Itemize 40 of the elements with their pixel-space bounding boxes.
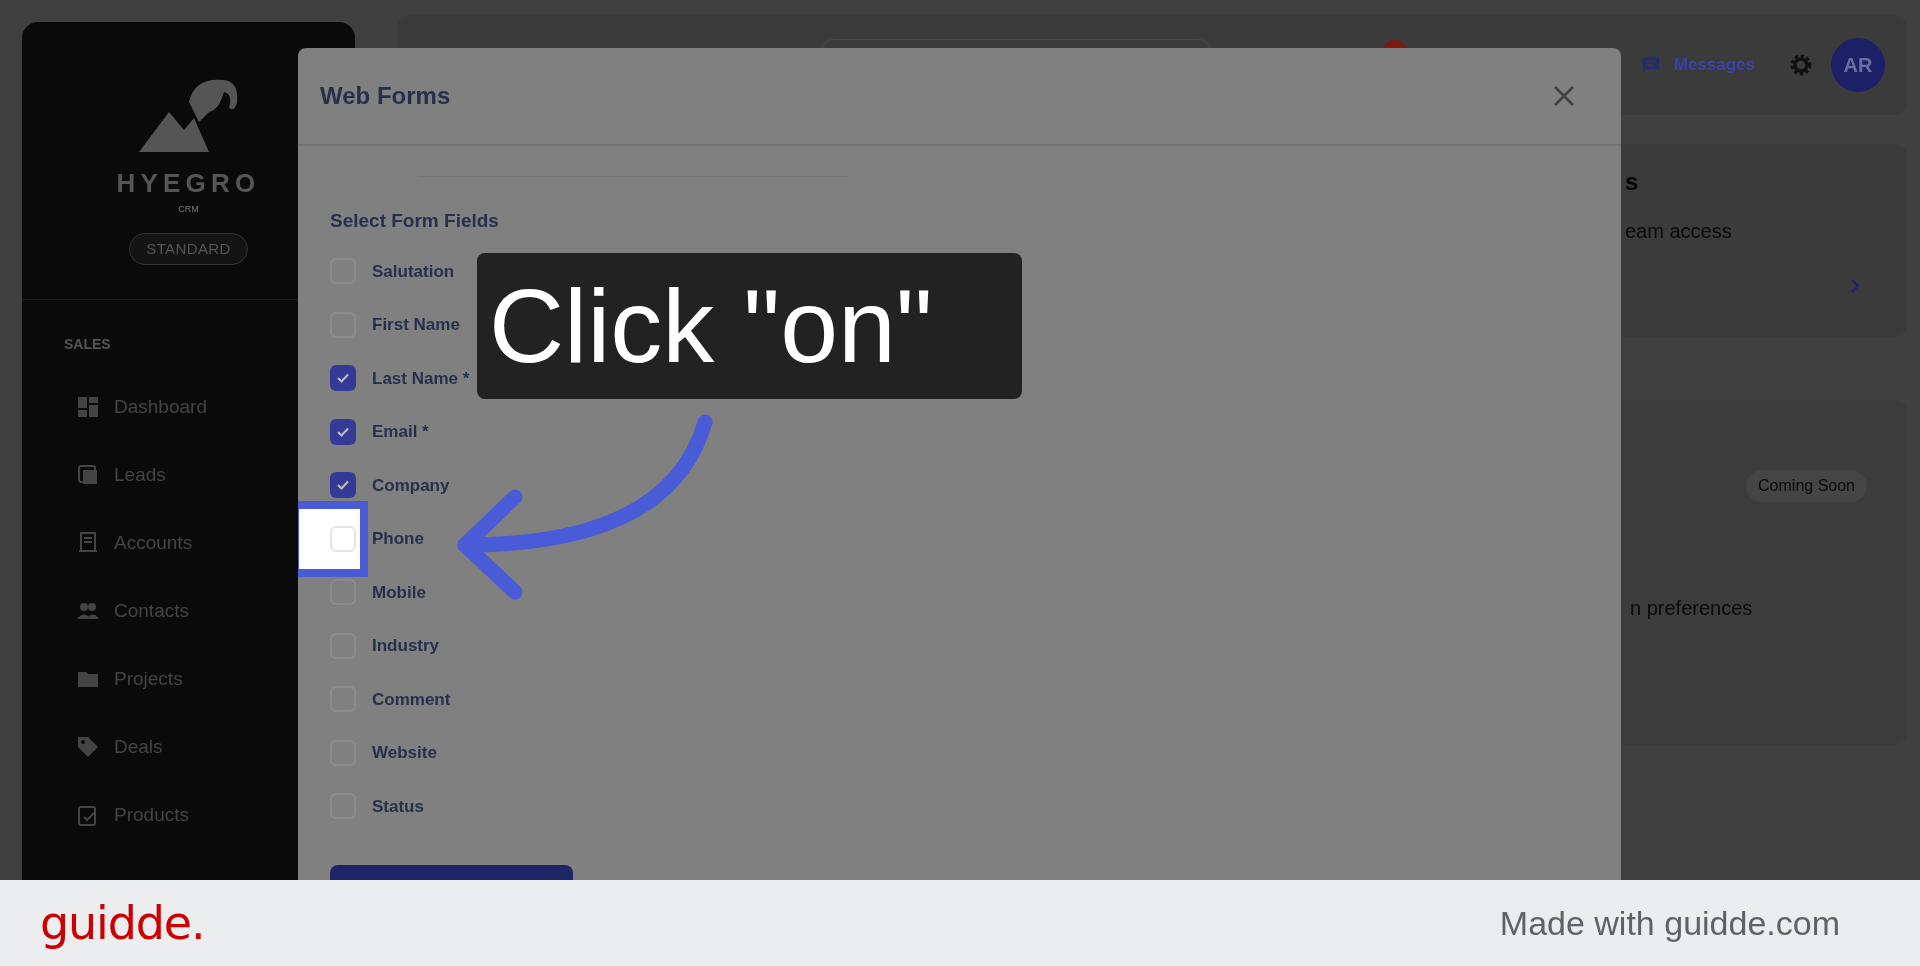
field-label: Phone (372, 528, 424, 550)
brand-subtitle: CRM (178, 203, 199, 216)
field-label: Website (372, 742, 437, 764)
grid-icon (76, 395, 100, 419)
nav-item[interactable]: Contacts (114, 596, 189, 626)
messages-link[interactable]: Messages (1639, 52, 1755, 78)
nav-item[interactable]: Accounts (114, 528, 193, 558)
close-icon[interactable] (1553, 85, 1575, 107)
check-icon (336, 478, 350, 493)
field-label: Email * (372, 421, 429, 443)
field-label: Company (372, 474, 450, 497)
instruction-tooltip: Click "on" (477, 253, 1022, 399)
check-icon (336, 371, 350, 386)
status-badge: Coming Soon (1746, 470, 1867, 502)
field-label: First Name (372, 314, 460, 336)
nav-item[interactable]: Leads (114, 460, 166, 490)
user-avatar[interactable]: AR (1831, 38, 1885, 92)
modal-title: Web Forms (320, 81, 451, 111)
section-heading: Select Form Fields (330, 209, 500, 233)
checkbox[interactable] (330, 418, 356, 445)
field-label: Salutation (372, 260, 455, 283)
nav-item[interactable]: Dashboard (114, 392, 207, 422)
field-label: Last Name * (372, 367, 470, 390)
field-label: Comment (372, 688, 451, 711)
nav-item[interactable]: Projects (114, 664, 183, 694)
tag-icon (76, 735, 100, 759)
section-label: SALES (64, 335, 112, 354)
credit-text[interactable]: Made with guidde.com (1499, 897, 1840, 949)
settings-icon[interactable] (1789, 53, 1813, 77)
field-label: Industry (372, 635, 440, 657)
spreadsheet-icon (76, 463, 100, 487)
field-label: Mobile (372, 581, 426, 604)
checkbox[interactable] (330, 365, 356, 392)
nav-item[interactable]: Products (114, 800, 189, 830)
brand-name: HYEGRO (116, 167, 261, 200)
document-icon (76, 531, 100, 555)
checkbox[interactable] (330, 472, 356, 499)
plan-badge: STANDARD (129, 232, 248, 265)
nav-item[interactable]: Deals (114, 732, 163, 762)
field-label: Status (372, 795, 424, 818)
